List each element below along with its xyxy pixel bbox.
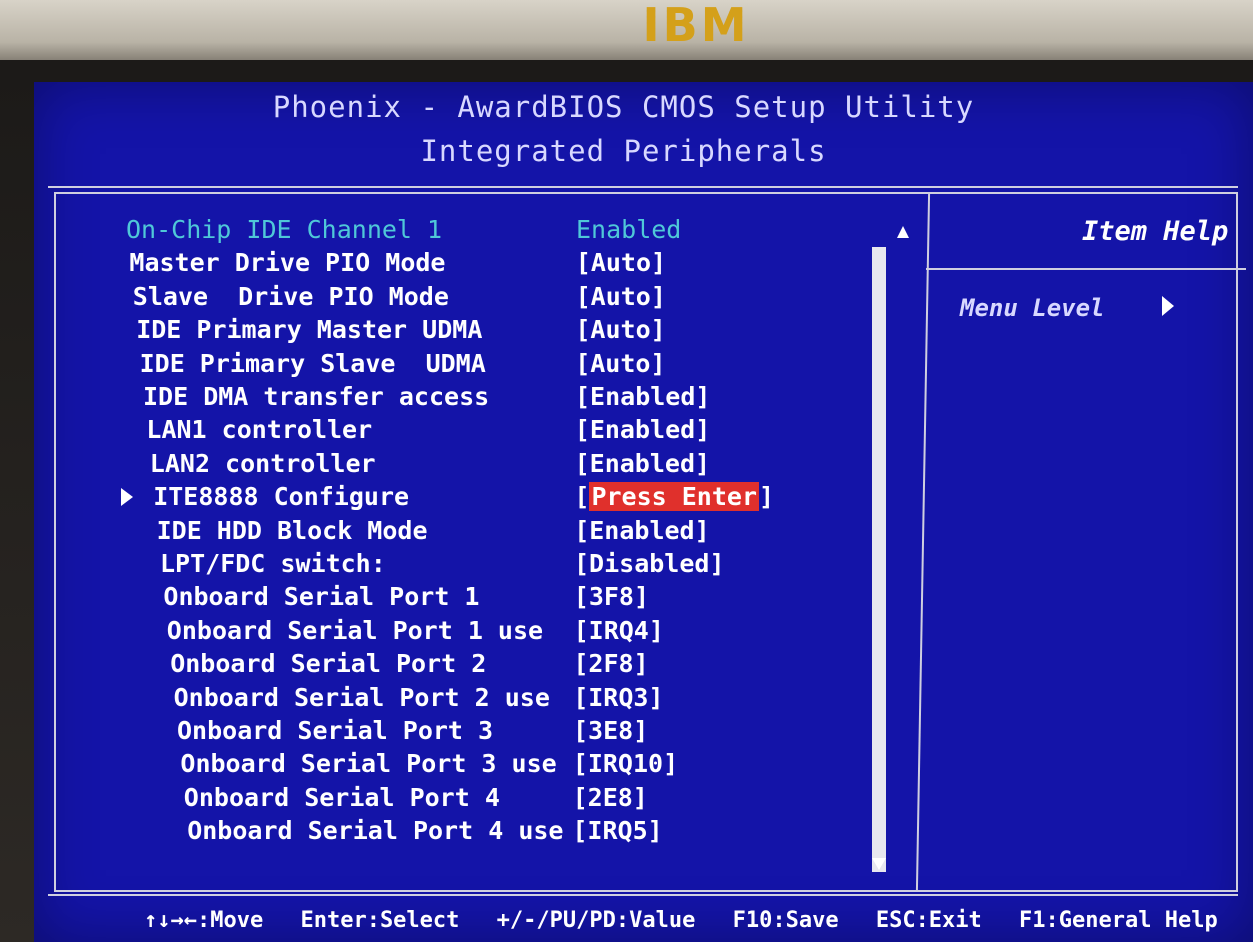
setting-value[interactable]: [Auto] bbox=[576, 281, 666, 313]
setting-label: Onboard Serial Port 3 use bbox=[180, 749, 557, 779]
value-bracket-close: ] bbox=[759, 482, 775, 512]
submenu-arrow-icon bbox=[121, 488, 134, 507]
setting-row[interactable]: Onboard Serial Port 4 use [IRQ5] bbox=[187, 815, 947, 847]
setting-label: Onboard Serial Port 1 bbox=[163, 582, 480, 612]
setting-row[interactable]: Onboard Serial Port 3 [3E8] bbox=[177, 715, 937, 747]
menu-level-label: Menu Level bbox=[960, 294, 1105, 322]
setting-label: LAN1 controller bbox=[146, 415, 373, 445]
setting-value[interactable]: [IRQ5] bbox=[572, 815, 662, 847]
setting-row[interactable]: Slave Drive PIO Mode [Auto] bbox=[133, 281, 893, 313]
setting-row[interactable]: LPT/FDC switch: [Disabled] bbox=[160, 548, 920, 580]
selected-value-highlight[interactable]: Press Enter bbox=[589, 482, 760, 512]
setting-row[interactable]: IDE DMA transfer access [Enabled] bbox=[143, 381, 903, 413]
page-title: Integrated Peripherals bbox=[420, 134, 827, 168]
footer-save: F10:Save bbox=[732, 908, 839, 933]
setting-row[interactable]: IDE Primary Master UDMA [Auto] bbox=[136, 314, 896, 346]
setting-label: Onboard Serial Port 3 bbox=[177, 716, 494, 745]
setting-row[interactable]: Onboard Serial Port 1 use [IRQ4] bbox=[167, 615, 927, 647]
setting-label: IDE DMA transfer access bbox=[143, 382, 490, 411]
setting-value[interactable]: [2E8] bbox=[573, 782, 648, 814]
setting-value[interactable]: Enabled bbox=[576, 214, 681, 246]
arrow-right-icon bbox=[1162, 296, 1174, 316]
help-divider bbox=[926, 268, 1246, 270]
setting-label: LAN2 controller bbox=[149, 448, 376, 478]
ibm-logo: IBM bbox=[632, 0, 760, 50]
setting-row[interactable]: Master Drive PIO Mode [Auto] bbox=[129, 247, 889, 279]
setting-value[interactable]: [IRQ10] bbox=[573, 748, 678, 780]
setting-value[interactable]: [Auto] bbox=[576, 247, 666, 279]
footer-value: +/-/PU/PD:Value bbox=[496, 908, 696, 933]
setting-label: LPT/FDC switch: bbox=[160, 549, 386, 578]
value-bracket-open: [ bbox=[574, 482, 590, 512]
setting-label: Onboard Serial Port 4 use bbox=[187, 816, 564, 846]
setting-row[interactable]: On-Chip IDE Channel 1 Enabled bbox=[126, 214, 886, 246]
setting-row[interactable]: ITE8888 Configure [Press Enter] bbox=[121, 481, 913, 513]
setting-row[interactable]: Onboard Serial Port 2 [2F8] bbox=[170, 648, 930, 680]
scroll-down-icon[interactable] bbox=[872, 858, 886, 870]
setting-value[interactable]: [Auto] bbox=[575, 314, 665, 346]
setting-label: IDE Primary Slave UDMA bbox=[139, 348, 486, 378]
setting-row[interactable]: IDE HDD Block Mode [Enabled] bbox=[157, 515, 917, 547]
setting-row[interactable]: Onboard Serial Port 4 [2E8] bbox=[184, 782, 944, 814]
footer-select: Enter:Select bbox=[300, 908, 460, 933]
setting-label: IDE HDD Block Mode bbox=[156, 515, 428, 545]
setting-value[interactable]: [Auto] bbox=[575, 348, 665, 380]
setting-label: Onboard Serial Port 1 use bbox=[166, 615, 544, 645]
setting-label: Slave Drive PIO Mode bbox=[132, 281, 449, 311]
setting-row[interactable]: LAN2 controller [Enabled] bbox=[150, 448, 910, 480]
setting-value[interactable]: [IRQ4] bbox=[574, 615, 664, 647]
footer-exit: ESC:Exit bbox=[875, 908, 982, 933]
item-help-title: Item Help bbox=[1082, 216, 1229, 247]
setting-value[interactable]: [Enabled] bbox=[575, 414, 710, 446]
setting-value[interactable]: [Enabled] bbox=[575, 381, 710, 413]
footer-keys: ↑↓→←:Move Enter:Select +/-/PU/PD:Value F… bbox=[144, 908, 1253, 933]
bios-title: Phoenix - AwardBIOS CMOS Setup Utility bbox=[272, 90, 975, 124]
setting-row[interactable]: Onboard Serial Port 2 use [IRQ3] bbox=[174, 682, 934, 714]
setting-label: On-Chip IDE Channel 1 bbox=[126, 215, 443, 244]
footer-move: ↑↓→←:Move bbox=[144, 908, 264, 933]
setting-label: Master Drive PIO Mode bbox=[129, 248, 446, 278]
setting-value[interactable]: [3E8] bbox=[573, 715, 648, 747]
setting-row[interactable]: Onboard Serial Port 3 use [IRQ10] bbox=[180, 748, 940, 780]
setting-value[interactable]: [3F8] bbox=[574, 581, 649, 613]
setting-value[interactable]: [IRQ3] bbox=[573, 682, 663, 714]
setting-value[interactable]: [Press Enter] bbox=[574, 481, 774, 513]
setting-value[interactable]: [2F8] bbox=[573, 648, 648, 680]
setting-label: Onboard Serial Port 4 bbox=[183, 782, 500, 812]
setting-value[interactable]: [Disabled] bbox=[574, 548, 725, 580]
setting-row[interactable]: Onboard Serial Port 1 [3F8] bbox=[163, 581, 923, 613]
setting-label: ITE8888 Configure bbox=[153, 482, 410, 512]
setting-label: IDE Primary Master UDMA bbox=[136, 315, 483, 345]
setting-row[interactable]: LAN1 controller [Enabled] bbox=[146, 414, 906, 446]
footer-help: F1:General Help bbox=[1019, 908, 1218, 933]
setting-value[interactable]: [Enabled] bbox=[574, 515, 709, 547]
setting-label: Onboard Serial Port 2 use bbox=[173, 682, 550, 712]
scroll-up-icon[interactable] bbox=[897, 226, 909, 238]
bios-screen: Phoenix - AwardBIOS CMOS Setup Utility I… bbox=[34, 82, 1253, 942]
setting-row[interactable]: IDE Primary Slave UDMA [Auto] bbox=[140, 348, 900, 380]
setting-label: Onboard Serial Port 2 bbox=[170, 649, 487, 679]
setting-value[interactable]: [Enabled] bbox=[575, 448, 710, 480]
